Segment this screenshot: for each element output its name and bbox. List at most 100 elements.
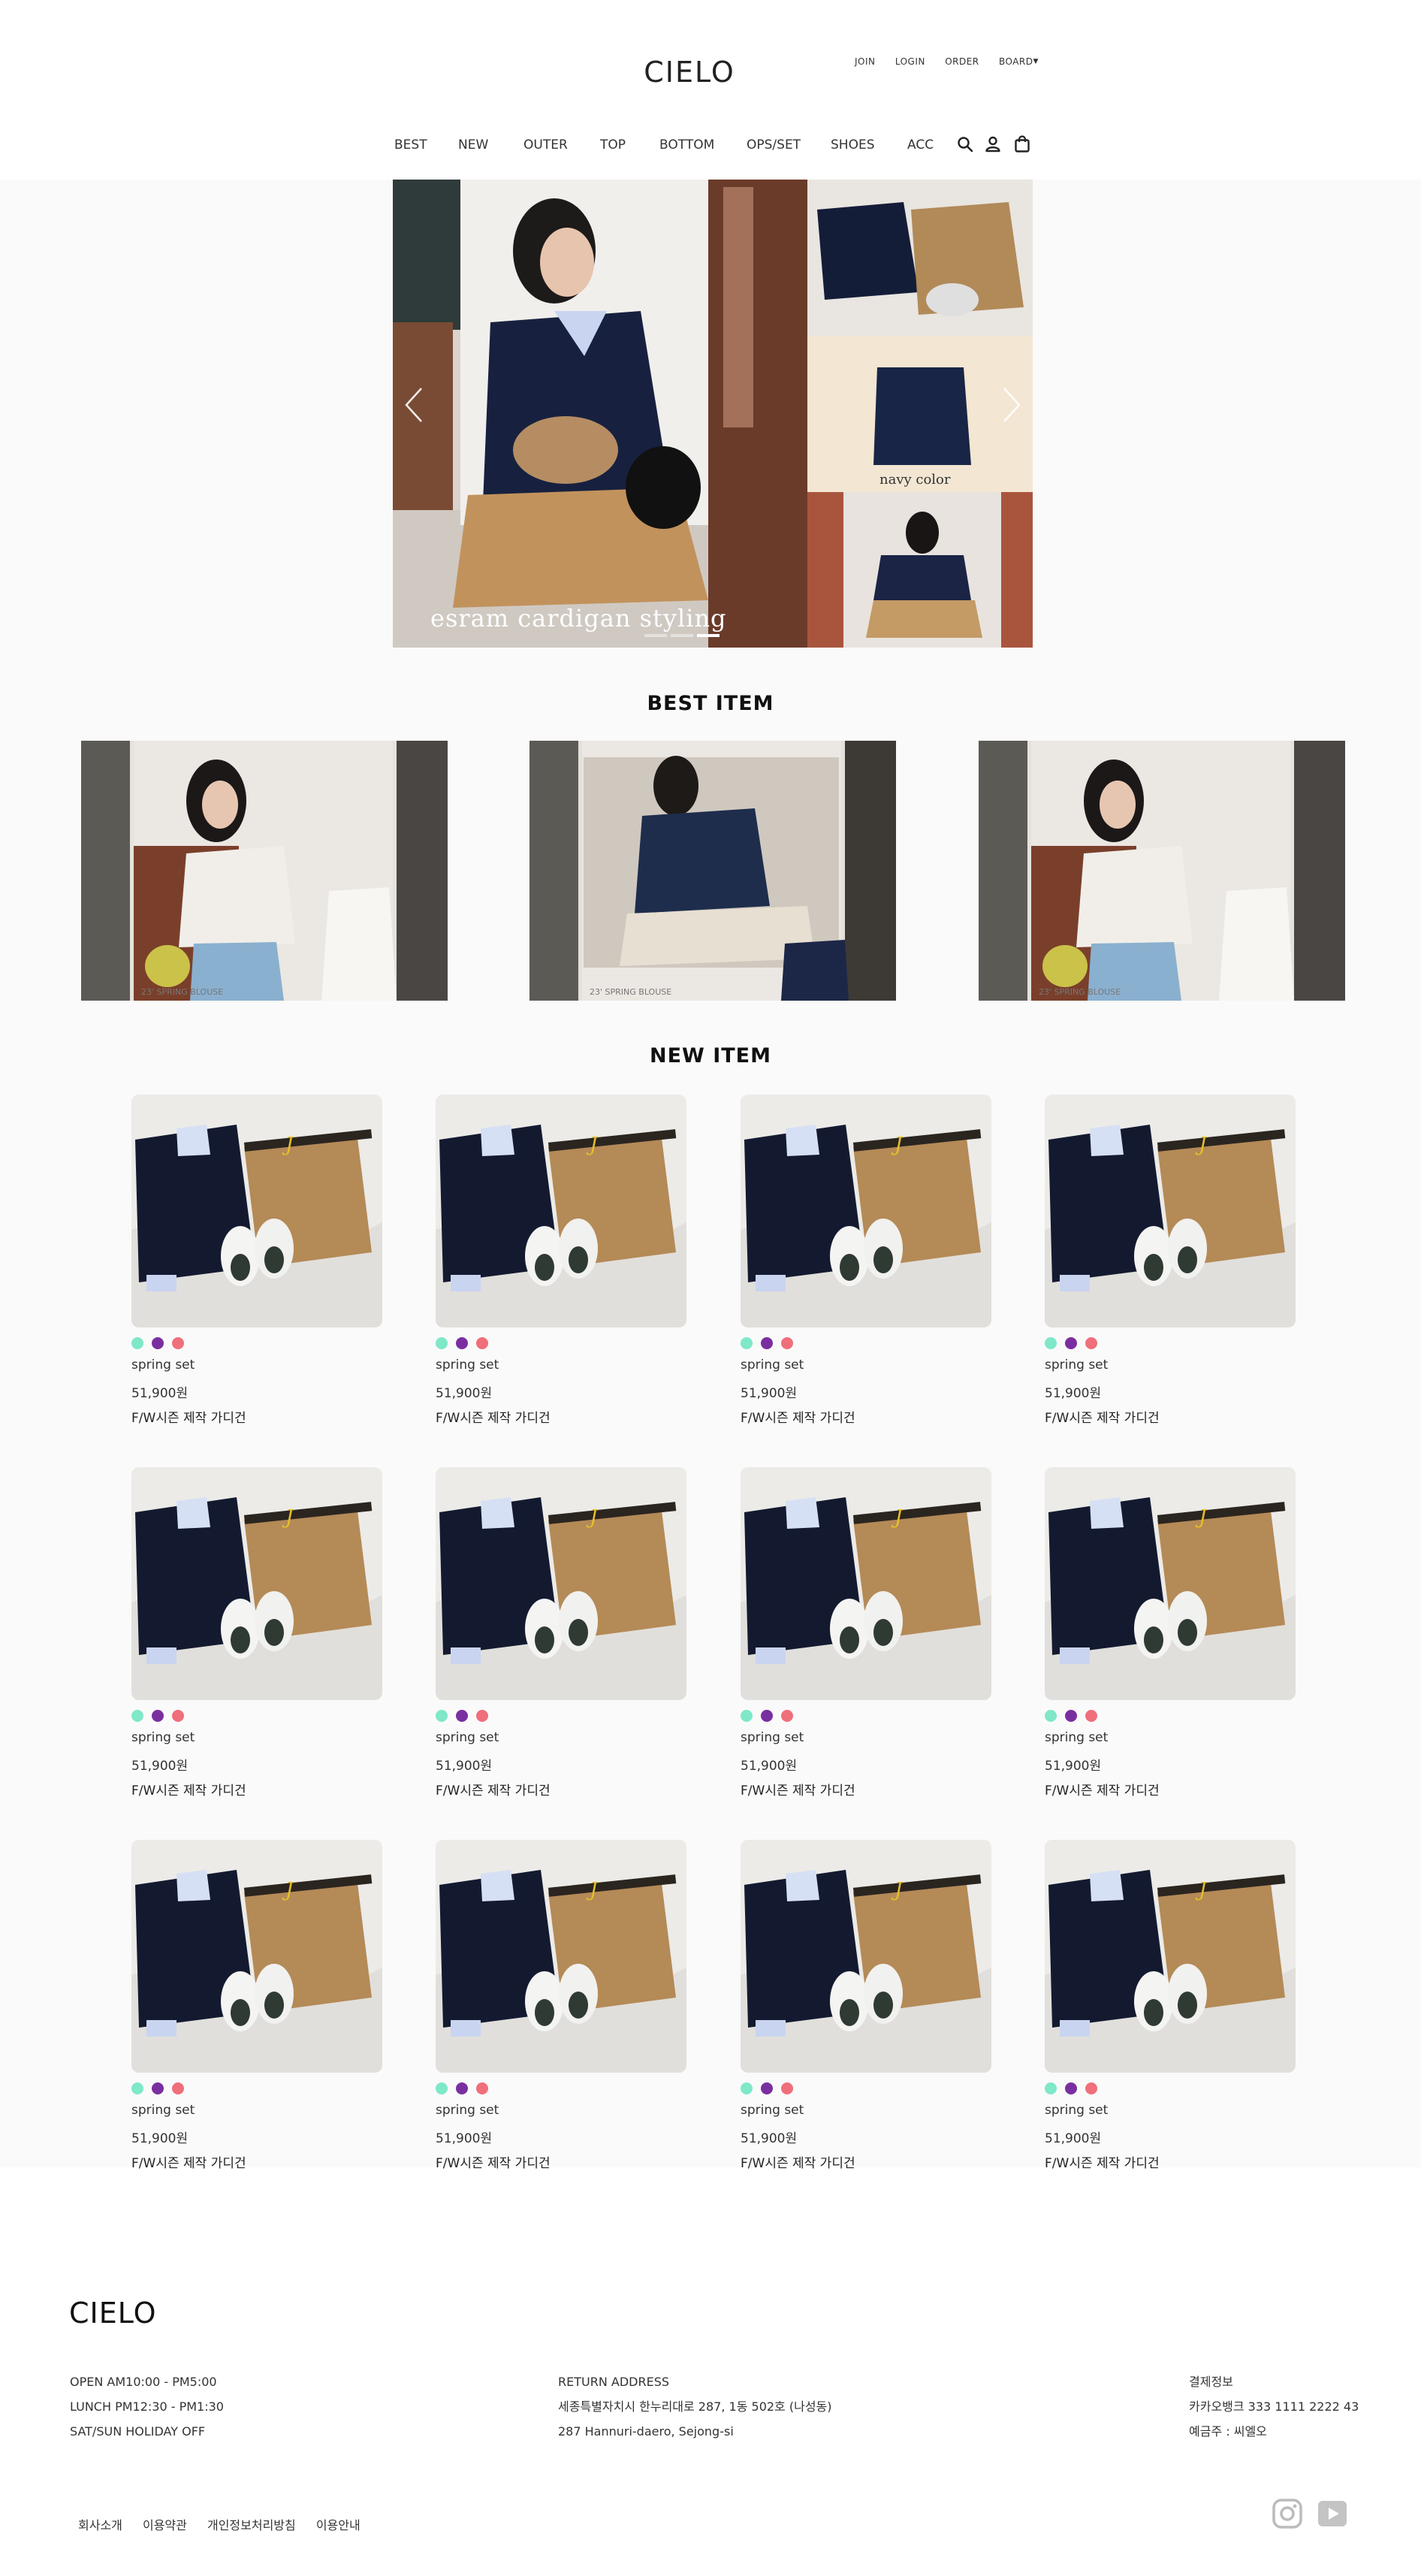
footer-logo[interactable]: CIELO <box>69 2297 156 2330</box>
footer-link-terms[interactable]: 이용약관 <box>143 2518 187 2532</box>
color-swatch-coral[interactable] <box>476 1337 488 1349</box>
product-name[interactable]: spring set <box>1045 1730 1108 1745</box>
nav-item-shoes[interactable]: SHOES <box>831 137 875 153</box>
color-swatch-purple[interactable] <box>152 1710 164 1722</box>
product-image[interactable]: J <box>741 1840 991 2073</box>
product-image[interactable]: J <box>131 1840 382 2073</box>
product-image[interactable]: J <box>131 1467 382 1700</box>
color-swatch-purple[interactable] <box>152 2082 164 2094</box>
product-name[interactable]: spring set <box>741 2103 804 2118</box>
color-swatch-mint[interactable] <box>1045 1337 1057 1349</box>
user-icon[interactable] <box>983 134 1003 154</box>
hero-next-arrow[interactable] <box>995 382 1025 427</box>
product-image[interactable]: J <box>436 1095 686 1327</box>
color-swatch-mint[interactable] <box>741 2082 753 2094</box>
product-image[interactable]: J <box>131 1095 382 1327</box>
color-swatch-coral[interactable] <box>172 2082 184 2094</box>
nav-item-new[interactable]: NEW <box>458 137 488 153</box>
search-icon[interactable] <box>955 134 975 154</box>
color-swatch-mint[interactable] <box>436 1710 448 1722</box>
product-name[interactable]: spring set <box>131 1357 195 1373</box>
color-swatch-mint[interactable] <box>131 1710 143 1722</box>
product-image[interactable]: J <box>1045 1840 1296 2073</box>
color-swatch-coral[interactable] <box>172 1710 184 1722</box>
board-link[interactable]: BOARD▼ <box>999 56 1039 67</box>
color-swatch-mint[interactable] <box>1045 1710 1057 1722</box>
color-swatch-coral[interactable] <box>476 1710 488 1722</box>
color-swatch-purple[interactable] <box>1065 2082 1077 2094</box>
product-image[interactable]: J <box>1045 1095 1296 1327</box>
hero-dot-2[interactable] <box>671 634 693 637</box>
color-swatch-mint[interactable] <box>436 2082 448 2094</box>
site-logo[interactable]: CIELO <box>0 56 1379 89</box>
color-swatch-coral[interactable] <box>172 1337 184 1349</box>
product-description: F/W시즌 제작 가디건 <box>741 2156 855 2171</box>
color-swatch-mint[interactable] <box>131 2082 143 2094</box>
product-image[interactable]: J <box>741 1467 991 1700</box>
product-image[interactable]: J <box>741 1095 991 1327</box>
color-swatch-purple[interactable] <box>152 1337 164 1349</box>
color-swatch-mint[interactable] <box>131 1337 143 1349</box>
color-swatch-coral[interactable] <box>781 1337 793 1349</box>
product-name[interactable]: spring set <box>1045 1357 1108 1373</box>
color-swatch-coral[interactable] <box>1085 1337 1097 1349</box>
product-name[interactable]: spring set <box>131 2103 195 2118</box>
nav-item-acc[interactable]: ACC <box>907 137 934 153</box>
footer-link-company[interactable]: 회사소개 <box>78 2518 122 2532</box>
color-swatch-coral[interactable] <box>1085 2082 1097 2094</box>
color-swatch-purple[interactable] <box>761 1337 773 1349</box>
best-item-card[interactable]: 23' SPRING BLOUSE <box>529 741 896 1001</box>
login-link[interactable]: LOGIN <box>895 56 925 67</box>
nav-item-ops-set[interactable]: OPS/SET <box>747 137 801 153</box>
product-photo: J <box>1045 1467 1296 1700</box>
product-name[interactable]: spring set <box>436 2103 499 2118</box>
color-swatch-coral[interactable] <box>476 2082 488 2094</box>
nav-item-bottom[interactable]: BOTTOM <box>659 137 714 153</box>
hero-prev-arrow[interactable] <box>400 382 430 427</box>
color-swatch-purple[interactable] <box>456 1710 468 1722</box>
color-swatch-coral[interactable] <box>1085 1710 1097 1722</box>
color-swatch-purple[interactable] <box>1065 1337 1077 1349</box>
nav-item-outer[interactable]: OUTER <box>523 137 568 153</box>
best-item-card[interactable]: 23' SPRING BLOUSE <box>979 741 1345 1001</box>
product-image[interactable]: J <box>436 1467 686 1700</box>
best-item-photo <box>529 741 896 1001</box>
product-name[interactable]: spring set <box>436 1357 499 1373</box>
shopping-bag-icon[interactable] <box>1012 134 1032 154</box>
product-name[interactable]: spring set <box>741 1357 804 1373</box>
footer-link-privacy[interactable]: 개인정보처리방침 <box>207 2518 296 2532</box>
color-swatch-coral[interactable] <box>781 2082 793 2094</box>
footer-return-address-kr: 세종특별자치시 한누리대로 287, 1동 502호 (나성동) <box>558 2399 832 2414</box>
color-swatch-purple[interactable] <box>456 1337 468 1349</box>
product-name[interactable]: spring set <box>436 1730 499 1745</box>
product-price: 51,900원 <box>1045 1386 1102 1401</box>
color-swatch-purple[interactable] <box>1065 1710 1077 1722</box>
product-image[interactable]: J <box>1045 1467 1296 1700</box>
product-name[interactable]: spring set <box>1045 2103 1108 2118</box>
color-swatch-coral[interactable] <box>781 1710 793 1722</box>
nav-item-top[interactable]: TOP <box>600 137 626 153</box>
color-swatch-purple[interactable] <box>456 2082 468 2094</box>
footer-account-holder: 예금주 : 씨엘오 <box>1189 2424 1267 2439</box>
color-swatch-mint[interactable] <box>1045 2082 1057 2094</box>
product-name[interactable]: spring set <box>131 1730 195 1745</box>
instagram-icon[interactable] <box>1272 2498 1303 2529</box>
color-swatch-purple[interactable] <box>761 2082 773 2094</box>
hero-dot-1[interactable] <box>644 634 667 637</box>
order-link[interactable]: ORDER <box>945 56 979 67</box>
hero-dot-3[interactable] <box>697 634 720 637</box>
color-swatch-purple[interactable] <box>761 1710 773 1722</box>
join-link[interactable]: JOIN <box>855 56 876 67</box>
product-photo: J <box>436 1095 686 1327</box>
best-item-card[interactable]: 23' SPRING BLOUSE <box>81 741 448 1001</box>
product-name[interactable]: spring set <box>741 1730 804 1745</box>
color-swatch-mint[interactable] <box>436 1337 448 1349</box>
hero-banner[interactable]: navy color esram cardigan styling <box>393 180 1033 648</box>
youtube-icon[interactable] <box>1317 2498 1348 2529</box>
footer-link-guide[interactable]: 이용안내 <box>316 2518 361 2532</box>
color-swatch-mint[interactable] <box>741 1710 753 1722</box>
product-image[interactable]: J <box>436 1840 686 2073</box>
color-swatch-mint[interactable] <box>741 1337 753 1349</box>
product-price: 51,900원 <box>131 1386 189 1401</box>
nav-item-best[interactable]: BEST <box>394 137 427 153</box>
